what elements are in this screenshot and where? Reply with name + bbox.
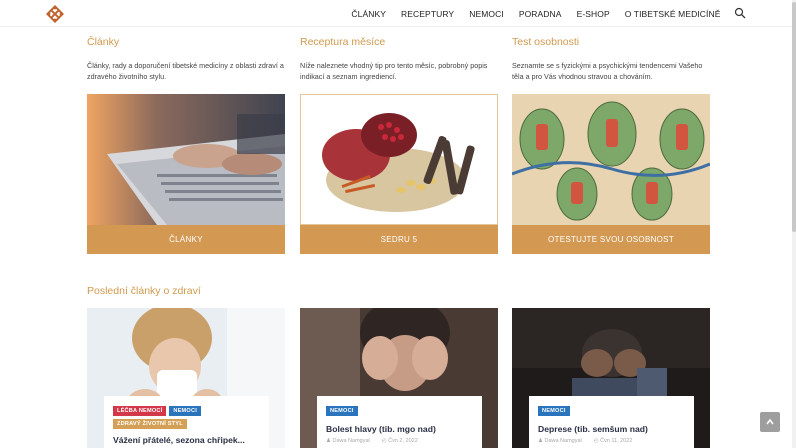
article-card[interactable]: LÉČBA NEMOCÍ NEMOCI ZDRAVÝ ŽIVOTNÍ STYL … (87, 308, 285, 448)
sedru-5-button[interactable]: SEDRU 5 (300, 225, 498, 254)
tag-list: LÉČBA NEMOCÍ NEMOCI ZDRAVÝ ŽIVOTNÍ STYL (113, 406, 260, 429)
tag-zdravy-zivotni-styl[interactable]: ZDRAVÝ ŽIVOTNÍ STYL (113, 419, 187, 429)
tag-lecba-nemoci[interactable]: LÉČBA NEMOCÍ (113, 406, 167, 416)
main-nav: ČLÁNKY RECEPTURY NEMOCI PORADNA E-SHOP O… (344, 0, 728, 27)
feature-title: Test osobnosti (512, 36, 580, 48)
date-label: ◴ Čvn 2, 2022 (381, 438, 418, 444)
page-scrollbar[interactable] (792, 0, 796, 448)
tag-list: NEMOCI (326, 406, 473, 416)
latest-articles-heading: Poslední články o zdraví (87, 285, 201, 297)
feature-description: Články, rady a doporučení tibetské medic… (87, 61, 284, 81)
article-summary: NEMOCI Deprese (tib. semšum nad) ♟ Dawa … (529, 396, 694, 448)
feature-recipe-of-month: Receptura měsíce Níže naleznete vhodný t… (300, 36, 498, 254)
back-to-top-button[interactable] (760, 412, 780, 432)
article-meta: ♟ Dawa Namgyal ◴ Čvn 2, 2022 (326, 438, 473, 444)
site-header: ČLÁNKY RECEPTURY NEMOCI PORADNA E-SHOP O… (0, 0, 796, 27)
article-summary: NEMOCI Bolest hlavy (tib. mgo nad) ♟ Daw… (317, 396, 482, 448)
article-meta: ♟ Dawa Namgyal ◴ Čvn 11, 2022 (538, 438, 685, 444)
endless-knot-logo-icon[interactable] (46, 5, 64, 23)
tag-nemoci[interactable]: NEMOCI (326, 406, 358, 416)
nav-item-eshop[interactable]: E-SHOP (569, 9, 617, 19)
scrollbar-thumb[interactable] (792, 2, 796, 232)
author-label[interactable]: ♟ Dawa Namgyal (326, 438, 370, 444)
feature-description: Níže naleznete vhodný tip pro tento měsí… (300, 61, 488, 81)
nav-item-poradna[interactable]: PORADNA (511, 9, 569, 19)
feature-title: Články (87, 36, 120, 48)
tag-nemoci[interactable]: NEMOCI (169, 406, 201, 416)
articles-button[interactable]: ČLÁNKY (87, 225, 285, 254)
feature-title: Receptura měsíce (300, 36, 386, 48)
article-card[interactable]: NEMOCI Bolest hlavy (tib. mgo nad) ♟ Daw… (300, 308, 498, 448)
feature-articles: Články Články, rady a doporučení tibetsk… (87, 36, 285, 254)
tag-nemoci[interactable]: NEMOCI (538, 406, 570, 416)
herbal-ingredients-image[interactable] (300, 94, 498, 225)
nav-item-o-tibetske-medicine[interactable]: O TIBETSKÉ MEDICÍNĚ (617, 9, 728, 19)
date-label: ◴ Čvn 11, 2022 (593, 438, 633, 444)
search-icon[interactable] (734, 7, 746, 19)
article-summary: LÉČBA NEMOCÍ NEMOCI ZDRAVÝ ŽIVOTNÍ STYL … (104, 396, 269, 448)
article-title[interactable]: Deprese (tib. semšum nad) (538, 424, 685, 434)
nav-item-clanky[interactable]: ČLÁNKY (344, 9, 394, 19)
article-title[interactable]: Vážení přátelé, sezona chřipek... (113, 435, 260, 445)
author-label[interactable]: ♟ Dawa Namgyal (538, 438, 582, 444)
laptop-typing-image[interactable] (87, 94, 285, 225)
tibetan-medical-painting-image[interactable] (512, 94, 710, 225)
chevron-up-icon (766, 418, 774, 425)
feature-personality-test: Test osobnosti Seznamte se s fyzickými a… (512, 36, 710, 254)
nav-item-receptury[interactable]: RECEPTURY (394, 9, 462, 19)
article-card[interactable]: NEMOCI Deprese (tib. semšum nad) ♟ Dawa … (512, 308, 710, 448)
feature-description: Seznamte se s fyzickými a psychickými te… (512, 61, 703, 81)
article-title[interactable]: Bolest hlavy (tib. mgo nad) (326, 424, 473, 434)
nav-item-nemoci[interactable]: NEMOCI (462, 9, 512, 19)
personality-test-button[interactable]: OTESTUJTE SVOU OSOBNOST (512, 225, 710, 254)
tag-list: NEMOCI (538, 406, 685, 416)
